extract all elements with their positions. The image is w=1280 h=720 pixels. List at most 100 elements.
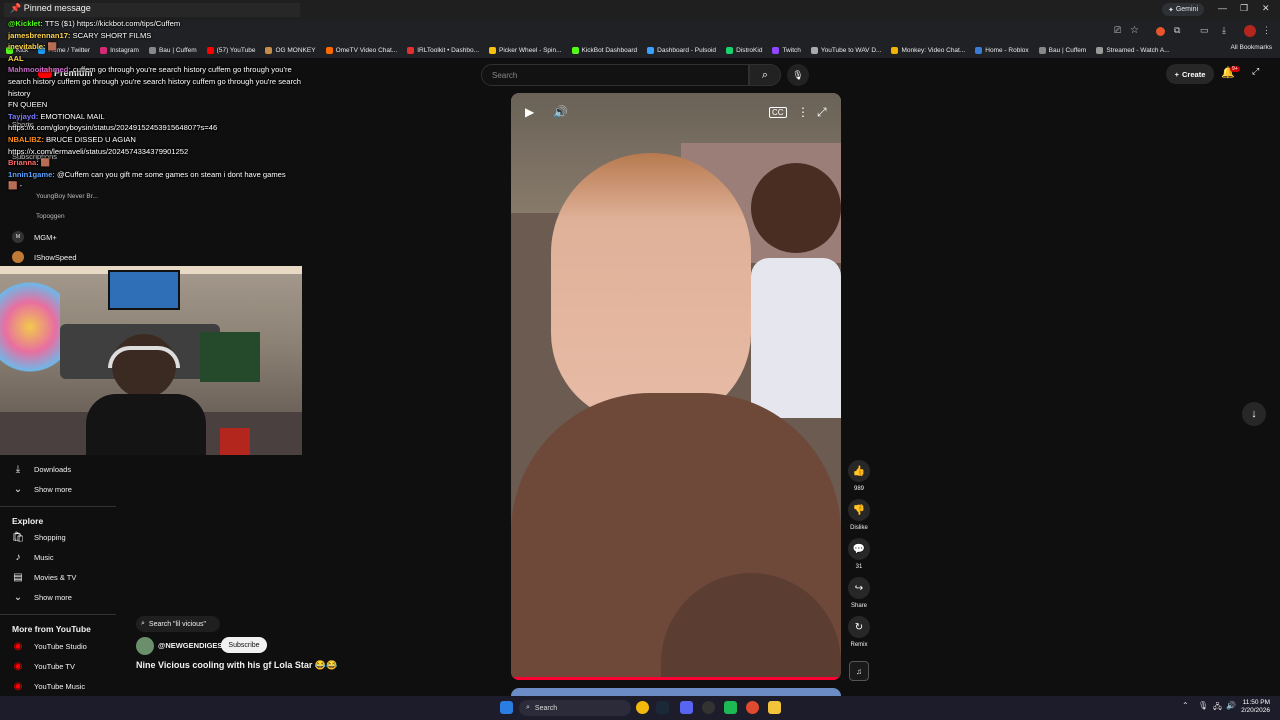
start-icon[interactable] <box>500 701 513 714</box>
all-bookmarks-button[interactable]: All Bookmarks <box>1230 44 1272 51</box>
sidebar-item-mgm[interactable]: M MGM+ <box>12 227 122 247</box>
bookmark-item[interactable]: Home - Roblox <box>975 46 1029 54</box>
bookmark-favicon-icon <box>810 46 818 54</box>
spotify-icon[interactable] <box>724 701 737 714</box>
channel-avatar[interactable] <box>136 637 154 655</box>
bookmark-favicon-icon <box>975 46 983 54</box>
bookmark-item[interactable]: Twitch <box>772 46 801 54</box>
comment-icon[interactable]: 💬 <box>848 538 870 560</box>
volume-tray-icon[interactable]: 🔊 <box>1226 701 1236 710</box>
mic-tray-icon[interactable]: 🎙 <box>1198 701 1208 710</box>
bookmark-item[interactable]: Dashboard - Pulsoid <box>647 46 716 54</box>
steam-icon[interactable] <box>656 701 669 714</box>
tray-chevron-icon[interactable]: ⌃ <box>1182 701 1189 710</box>
chat-text: FN QUEEN <box>8 100 48 110</box>
maximize-button[interactable]: ❐ <box>1240 3 1248 14</box>
like-action[interactable]: 👍 989 <box>846 460 872 492</box>
minimize-button[interactable]: — <box>1218 3 1227 13</box>
bookmark-item[interactable]: OmeTV Video Chat... <box>325 46 398 54</box>
volume-icon[interactable]: 🔊 <box>553 105 568 119</box>
search-button[interactable]: ⌕ <box>749 64 781 86</box>
bookmark-label: OmeTV Video Chat... <box>335 46 398 54</box>
folder-icon[interactable] <box>768 701 781 714</box>
channel-name[interactable]: @NEWGENDIGEST <box>158 641 227 650</box>
star-icon[interactable]: ☆ <box>1130 25 1142 37</box>
puzzle-icon[interactable]: ⧉ <box>1174 25 1186 37</box>
video-title[interactable]: Nine Vicious cooling with his gf Lola St… <box>136 660 337 671</box>
subscribe-button[interactable]: Subscribe <box>221 637 267 653</box>
close-window-button[interactable]: ✕ <box>1262 3 1270 14</box>
bookmark-item[interactable]: DistroKid <box>726 46 763 54</box>
extension-icon[interactable] <box>1156 27 1165 36</box>
account-icon[interactable]: ⤢ <box>1252 66 1259 77</box>
next-video-button[interactable]: ↓ <box>1242 402 1266 426</box>
create-button[interactable]: + Create <box>1166 64 1214 84</box>
sidebar-item-youtube-studio[interactable]: ◉ YouTube Studio <box>12 636 122 656</box>
sidebar-item-ishowspeed[interactable]: IShowSpeed <box>12 247 122 267</box>
captions-icon[interactable]: CC <box>769 107 787 118</box>
more-from-youtube-heading: More from YouTube <box>12 624 91 634</box>
short-video-player[interactable]: ▶ 🔊 CC ⋮ ⤢ <box>511 93 841 680</box>
search-input[interactable]: Search <box>481 64 749 86</box>
taskbar-search[interactable]: ⌕ Search <box>519 700 631 716</box>
sidebar-item-youtube-music[interactable]: ◉ YouTube Music <box>12 676 122 696</box>
youtube-music-icon: ◉ <box>13 680 23 692</box>
play-button[interactable]: ▶ <box>525 105 534 119</box>
bookmark-item[interactable]: Picker Wheel - Spin... <box>489 46 562 54</box>
chat-username: Mahmooitahmed: <box>8 65 71 75</box>
sidebar-divider <box>0 506 116 507</box>
comments-action[interactable]: 💬 31 <box>846 538 872 570</box>
cast-icon[interactable]: ⎚ <box>1114 25 1126 37</box>
chat-message: AAL <box>8 53 308 65</box>
bookmark-favicon-icon <box>325 46 333 54</box>
sidebar-item-shopping[interactable]: 🛍 Shopping <box>12 527 122 547</box>
sidebar-item-topoggen[interactable]: Topoggen <box>36 213 65 220</box>
remix-icon[interactable]: ↻ <box>848 616 870 638</box>
thumbs-down-icon[interactable]: 👎 <box>848 499 870 521</box>
sidebar-show-more-you[interactable]: ⌄ Show more <box>12 479 122 499</box>
sidebar-item-downloads[interactable]: ⤓ Downloads <box>12 459 122 479</box>
fullscreen-icon[interactable]: ⤢ <box>817 105 827 120</box>
gemini-button[interactable]: ✦ Gemini <box>1162 3 1204 16</box>
progress-bar[interactable] <box>511 677 841 680</box>
voice-search-button[interactable]: 🎙 <box>787 64 809 86</box>
share-icon[interactable]: ↪ <box>848 577 870 599</box>
download-icon[interactable]: ⤓ <box>1222 25 1234 37</box>
obs-icon[interactable] <box>702 701 715 714</box>
discord-icon[interactable] <box>680 701 693 714</box>
network-icon[interactable]: 🖧 <box>1213 701 1222 715</box>
search-icon: ⌕ <box>526 704 530 711</box>
chat-message: Brianna: 🟫 <box>8 157 308 169</box>
chat-text: BRUCE DISSED U AGIAN <box>43 134 136 144</box>
chrome-icon[interactable] <box>636 701 649 714</box>
bookmark-item[interactable]: Bau | Cuffem <box>1038 46 1086 54</box>
thumbs-up-icon[interactable]: 👍 <box>848 460 870 482</box>
bookmark-item[interactable]: YouTube to WAV D... <box>810 46 881 54</box>
sidebar-show-more-explore[interactable]: ⌄ Show more <box>12 587 122 607</box>
share-action[interactable]: ↪ Share <box>846 577 872 609</box>
menu-icon[interactable]: ⋮ <box>1262 25 1274 37</box>
sidebar-item-movies[interactable]: ▤ Movies & TV <box>12 567 122 587</box>
chat-username: @Kicklet: <box>8 19 43 28</box>
bookmark-item[interactable]: KickBot Dashboard <box>571 46 637 54</box>
sidebar-toggle-icon[interactable]: ▭ <box>1200 25 1212 37</box>
chat-message: https://x.com/gloryboysin/status/2024915… <box>8 122 308 134</box>
system-clock[interactable]: 11:50 PM 2/20/2026 <box>1241 699 1270 715</box>
chevron-down-icon: ⌄ <box>13 483 23 495</box>
bookmark-label: Picker Wheel - Spin... <box>499 46 562 54</box>
remix-action[interactable]: ↻ Remix <box>846 616 872 648</box>
more-options-icon[interactable]: ⋮ <box>797 105 809 119</box>
bookmark-item[interactable]: Monkey: Video Chat... <box>891 46 965 54</box>
dislike-action[interactable]: 👎 Dislike <box>846 499 872 531</box>
sidebar-item-music[interactable]: ♪ Music <box>12 547 122 567</box>
bookmark-item[interactable]: IRLToolkit • Dashbo... <box>407 46 479 54</box>
bookmark-item[interactable]: Streamed - Watch A... <box>1096 46 1170 54</box>
bookmark-favicon-icon <box>571 46 579 54</box>
profile-avatar[interactable] <box>1244 25 1256 37</box>
sidebar-item-youngboy[interactable]: YoungBoy Never Br... <box>36 193 98 200</box>
sidebar-item-youtube-tv[interactable]: ◉ YouTube TV <box>12 656 122 676</box>
sound-thumbnail-icon[interactable]: ♫ <box>849 661 869 681</box>
browser-icon[interactable] <box>746 701 759 714</box>
search-suggestion-chip[interactable]: ⌕ Search "lil vicious" <box>136 616 220 632</box>
bookmark-label: DistroKid <box>736 46 763 54</box>
